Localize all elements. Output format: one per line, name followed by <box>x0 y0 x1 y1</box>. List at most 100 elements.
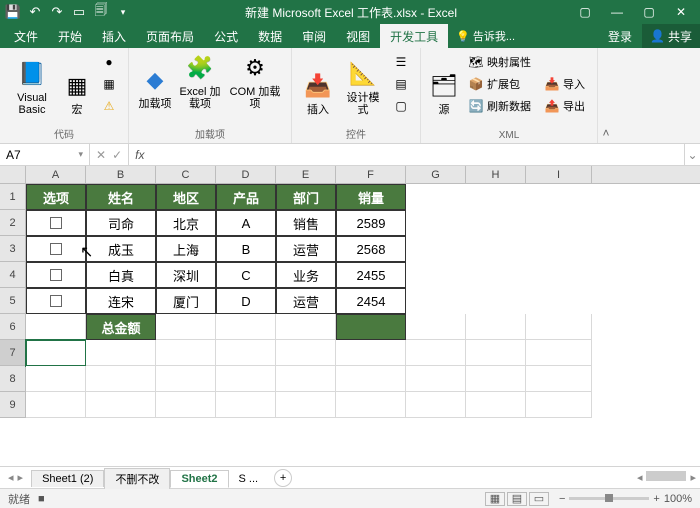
ribbon-options-icon[interactable]: ▢ <box>570 3 600 21</box>
addins-button[interactable]: ◆加载项 <box>137 64 173 110</box>
tab-formulas[interactable]: 公式 <box>204 24 248 48</box>
cell[interactable]: 厦门 <box>156 288 216 314</box>
cell[interactable]: 姓名 <box>86 184 156 210</box>
column-header[interactable]: F <box>336 166 406 183</box>
cell[interactable]: B <box>216 236 276 262</box>
cell[interactable]: 总金额 <box>86 314 156 340</box>
expansion-button[interactable]: 📦扩展包 <box>465 74 535 94</box>
cell[interactable] <box>216 366 276 392</box>
fx-label[interactable]: fx <box>129 144 150 165</box>
cell[interactable] <box>156 314 216 340</box>
cell[interactable] <box>406 314 466 340</box>
row-header[interactable]: 8 <box>0 366 26 392</box>
qat-dropdown-icon[interactable]: ▾ <box>114 3 132 21</box>
redo-icon[interactable]: ↷ <box>48 3 66 21</box>
column-header[interactable]: D <box>216 166 276 183</box>
cell[interactable]: 部门 <box>276 184 336 210</box>
cell[interactable] <box>336 314 406 340</box>
row-header[interactable]: 1 <box>0 184 26 210</box>
enter-formula-icon[interactable]: ✓ <box>112 148 122 162</box>
macro-button[interactable]: ▦宏 <box>62 70 92 116</box>
cell[interactable]: 连宋 <box>86 288 156 314</box>
cell[interactable]: 白真 <box>86 262 156 288</box>
insert-control-button[interactable]: 📥插入 <box>300 70 336 116</box>
zoom-in-icon[interactable]: + <box>653 493 659 505</box>
cell[interactable]: C <box>216 262 276 288</box>
refresh-button[interactable]: 🔄刷新数据 <box>465 96 535 116</box>
name-box[interactable]: A7▾ <box>0 144 90 165</box>
visual-basic-button[interactable]: 📘Visual Basic <box>8 58 56 116</box>
expand-formula-icon[interactable]: ⌄ <box>684 144 700 165</box>
cell[interactable] <box>26 288 86 314</box>
column-header[interactable]: G <box>406 166 466 183</box>
cell[interactable] <box>276 314 336 340</box>
cell[interactable] <box>26 340 86 366</box>
cell[interactable]: 销量 <box>336 184 406 210</box>
cell[interactable]: 销售 <box>276 210 336 236</box>
cell[interactable] <box>216 340 276 366</box>
select-all-button[interactable] <box>0 166 26 183</box>
scroll-right-icon[interactable]: ▸ <box>690 471 696 484</box>
row-header[interactable]: 2 <box>0 210 26 236</box>
save-icon[interactable]: 💾 <box>4 3 22 21</box>
import-button[interactable]: 📥导入 <box>541 74 589 94</box>
export-button[interactable]: 📤导出 <box>541 96 589 116</box>
cell[interactable] <box>156 366 216 392</box>
row-header[interactable]: 7 <box>0 340 26 366</box>
properties-button[interactable]: ☰ <box>390 52 412 72</box>
cell[interactable] <box>86 392 156 418</box>
view-pagebreak-icon[interactable]: ▭ <box>529 492 549 506</box>
sheet-tab[interactable]: Sheet2 <box>170 470 228 488</box>
scroll-thumb[interactable] <box>646 471 686 481</box>
cell[interactable] <box>466 392 526 418</box>
row-header[interactable]: 9 <box>0 392 26 418</box>
cell[interactable] <box>26 392 86 418</box>
cell[interactable] <box>26 210 86 236</box>
column-header[interactable]: H <box>466 166 526 183</box>
cell[interactable] <box>406 366 466 392</box>
cell[interactable]: 司命 <box>86 210 156 236</box>
login-button[interactable]: 登录 <box>598 24 642 48</box>
cell[interactable]: 2589 <box>336 210 406 236</box>
tab-layout[interactable]: 页面布局 <box>136 24 204 48</box>
sheet-nav-prev-icon[interactable]: ◂ <box>8 471 14 484</box>
sheet-nav-next-icon[interactable]: ▸ <box>18 471 24 484</box>
zoom-level[interactable]: 100% <box>664 493 692 505</box>
cell[interactable] <box>276 340 336 366</box>
cell[interactable] <box>406 392 466 418</box>
cell[interactable]: A <box>216 210 276 236</box>
design-mode-button[interactable]: 📐设计模式 <box>342 58 384 116</box>
cell[interactable] <box>156 392 216 418</box>
qat-icon[interactable]: ▭ <box>70 3 88 21</box>
chevron-down-icon[interactable]: ▾ <box>78 149 83 160</box>
cell[interactable] <box>26 366 86 392</box>
cell[interactable] <box>336 366 406 392</box>
worksheet-grid[interactable]: ABCDEFGHI 123456789 选项姓名地区产品部门销量司命北京A销售2… <box>0 166 700 466</box>
cell[interactable] <box>86 340 156 366</box>
cell[interactable]: 业务 <box>276 262 336 288</box>
tab-review[interactable]: 审阅 <box>292 24 336 48</box>
maximize-icon[interactable]: ▢ <box>634 3 664 21</box>
tab-insert[interactable]: 插入 <box>92 24 136 48</box>
zoom-out-icon[interactable]: − <box>559 493 565 505</box>
cell[interactable]: 成玉 <box>86 236 156 262</box>
cancel-formula-icon[interactable]: ✕ <box>96 148 106 162</box>
cell[interactable] <box>466 366 526 392</box>
excel-addins-button[interactable]: 🧩Excel 加载项 <box>179 52 221 110</box>
cell[interactable]: 2568 <box>336 236 406 262</box>
formula-input[interactable] <box>150 144 684 165</box>
tell-me[interactable]: 💡告诉我... <box>448 24 523 48</box>
macro-record-icon[interactable]: ■ <box>38 493 45 505</box>
checkbox[interactable] <box>50 217 62 229</box>
tab-data[interactable]: 数据 <box>248 24 292 48</box>
minimize-icon[interactable]: — <box>602 3 632 21</box>
column-header[interactable]: C <box>156 166 216 183</box>
checkbox[interactable] <box>50 295 62 307</box>
cell[interactable]: 地区 <box>156 184 216 210</box>
map-props-button[interactable]: 🗺映射属性 <box>465 52 535 72</box>
sheet-tab[interactable]: Sheet1 (2) <box>31 470 104 487</box>
cell[interactable]: 2454 <box>336 288 406 314</box>
cell[interactable]: 北京 <box>156 210 216 236</box>
tab-home[interactable]: 开始 <box>48 24 92 48</box>
row-header[interactable]: 5 <box>0 288 26 314</box>
